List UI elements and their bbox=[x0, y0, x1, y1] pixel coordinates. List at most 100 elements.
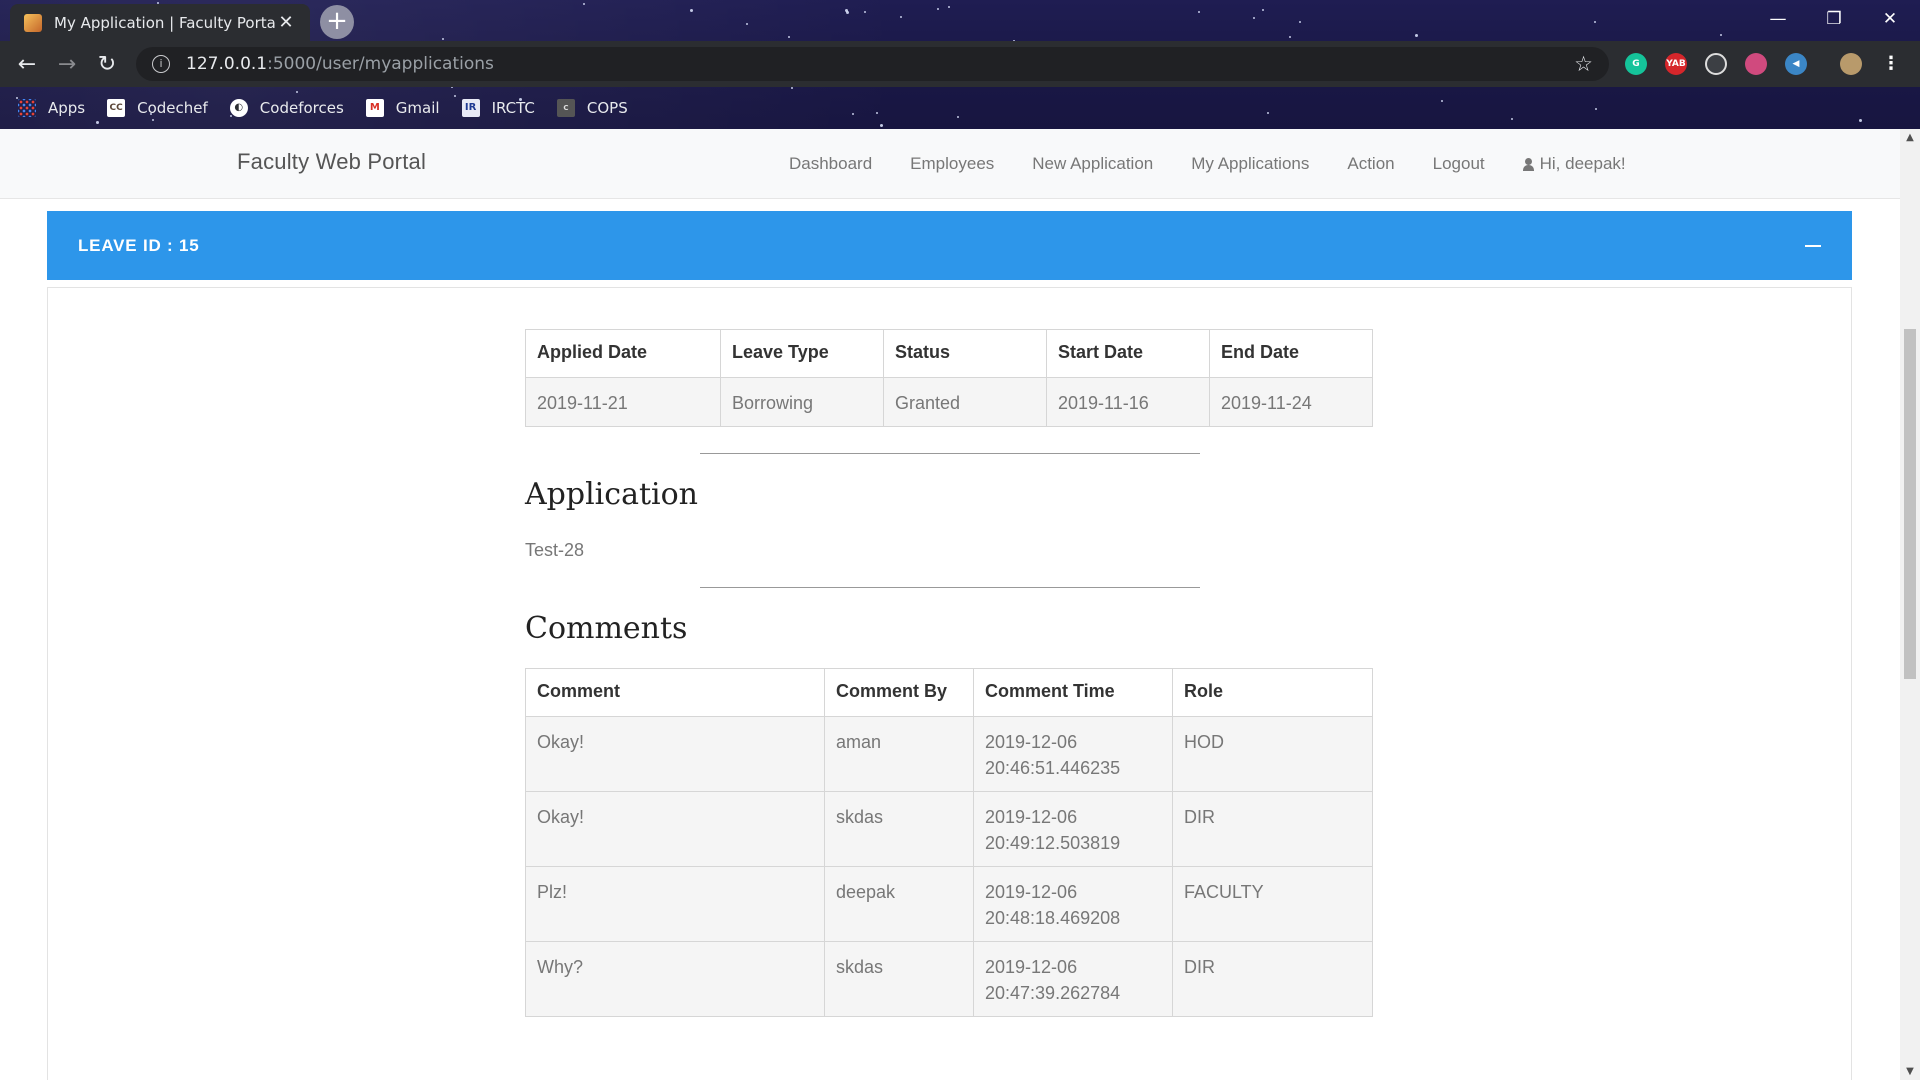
role-cell: DIR bbox=[1172, 941, 1373, 1017]
status-cell: Granted bbox=[883, 377, 1047, 427]
column-header: Applied Date bbox=[525, 329, 721, 378]
column-header: Comment By bbox=[824, 668, 974, 717]
comment-by-cell: skdas bbox=[824, 791, 974, 867]
url-host: 127.0.0.1 bbox=[186, 54, 268, 74]
grammarly-extension-icon[interactable]: G bbox=[1625, 53, 1647, 75]
bookmark-label: Apps bbox=[48, 99, 86, 117]
site-info-icon[interactable]: i bbox=[152, 55, 170, 73]
table-header-row: Comment Comment By Comment Time Role bbox=[525, 668, 1373, 717]
collapse-minus-icon[interactable] bbox=[1805, 244, 1821, 247]
leave-id-title: LEAVE ID : 15 bbox=[78, 235, 200, 255]
comment-cell: Why? bbox=[525, 941, 825, 1017]
back-arrow-icon[interactable]: ← bbox=[7, 44, 47, 84]
table-row: 2019-11-21 Borrowing Granted 2019-11-16 … bbox=[525, 377, 1373, 427]
codechef-icon: CC bbox=[107, 99, 126, 117]
menu-kebab-icon[interactable]: ⋮ bbox=[1880, 53, 1902, 75]
bookmark-cops[interactable]: C COPS bbox=[556, 99, 628, 117]
application-heading: Application bbox=[525, 477, 698, 512]
nav-link-dashboard[interactable]: Dashboard bbox=[789, 154, 872, 174]
bookmark-label: IRCTC bbox=[491, 99, 535, 117]
scrollbar-thumb[interactable] bbox=[1904, 329, 1916, 679]
bookmark-star-icon[interactable]: ☆ bbox=[1574, 52, 1593, 76]
comment-by-cell: aman bbox=[824, 716, 974, 792]
end-date-cell: 2019-11-24 bbox=[1209, 377, 1373, 427]
yab-extension-icon[interactable]: YAB bbox=[1665, 53, 1687, 75]
tab-title: My Application | Faculty Portal bbox=[54, 13, 276, 32]
reload-icon[interactable]: ↻ bbox=[87, 44, 127, 84]
forward-arrow-icon[interactable]: → bbox=[47, 44, 87, 84]
comment-by-cell: deepak bbox=[824, 866, 974, 942]
cops-icon: C bbox=[556, 99, 575, 117]
section-divider bbox=[700, 453, 1200, 454]
extension-icon[interactable] bbox=[1745, 53, 1767, 75]
comments-heading: Comments bbox=[525, 611, 688, 646]
table-header-row: Applied Date Leave Type Status Start Dat… bbox=[525, 329, 1373, 378]
role-cell: HOD bbox=[1172, 716, 1373, 792]
leave-summary-table: Applied Date Leave Type Status Start Dat… bbox=[525, 329, 1373, 427]
bookmark-label: COPS bbox=[586, 99, 628, 117]
role-cell: FACULTY bbox=[1172, 866, 1373, 942]
volume-extension-icon[interactable]: ◀ bbox=[1785, 53, 1807, 75]
bookmark-codeforces[interactable]: ◐ Codeforces bbox=[229, 99, 344, 117]
bookmark-label: Codechef bbox=[137, 99, 208, 117]
application-text: Test-28 bbox=[525, 540, 585, 560]
irctc-icon: IR bbox=[461, 99, 480, 117]
column-header: Leave Type bbox=[720, 329, 884, 378]
user-greeting-text: Hi, deepak! bbox=[1539, 154, 1626, 173]
tab-strip: My Application | Faculty Portal ✕ + — ❐ … bbox=[0, 0, 1920, 41]
table-row: Okay! aman 2019-12-06 20:46:51.446235 HO… bbox=[525, 716, 1373, 792]
page-viewport: Faculty Web Portal Dashboard Employees N… bbox=[0, 129, 1920, 1080]
browser-chrome: My Application | Faculty Portal ✕ + — ❐ … bbox=[0, 0, 1920, 129]
comment-cell: Okay! bbox=[525, 791, 825, 867]
gmail-icon: M bbox=[365, 99, 384, 117]
brand-logo-text[interactable]: Faculty Web Portal bbox=[237, 149, 426, 175]
top-navbar: Faculty Web Portal Dashboard Employees N… bbox=[0, 129, 1900, 199]
bookmark-gmail[interactable]: M Gmail bbox=[365, 99, 440, 117]
comment-cell: Plz! bbox=[525, 866, 825, 942]
nav-link-new-application[interactable]: New Application bbox=[1032, 154, 1153, 174]
scroll-up-arrow-icon[interactable]: ▲ bbox=[1900, 129, 1920, 146]
restore-window-icon[interactable]: ❐ bbox=[1806, 0, 1862, 38]
new-tab-button[interactable]: + bbox=[320, 5, 354, 39]
bookmarks-bar: Apps CC Codechef ◐ Codeforces M Gmail IR… bbox=[0, 87, 1920, 129]
start-date-cell: 2019-11-16 bbox=[1046, 377, 1210, 427]
applied-date-cell: 2019-11-21 bbox=[525, 377, 721, 427]
apps-grid-icon bbox=[18, 99, 36, 117]
leave-details: Applied Date Leave Type Status Start Dat… bbox=[525, 329, 1373, 1017]
table-row: Plz! deepak 2019-12-06 20:48:18.469208 F… bbox=[525, 866, 1373, 942]
nav-link-employees[interactable]: Employees bbox=[910, 154, 994, 174]
comment-time-cell: 2019-12-06 20:46:51.446235 bbox=[973, 716, 1173, 792]
column-header: Comment Time bbox=[973, 668, 1173, 717]
nav-link-logout[interactable]: Logout bbox=[1433, 154, 1485, 174]
tab-counter-extension-icon[interactable] bbox=[1705, 53, 1727, 75]
browser-tab-active[interactable]: My Application | Faculty Portal ✕ bbox=[10, 4, 310, 41]
section-divider bbox=[700, 587, 1200, 588]
comment-time-cell: 2019-12-06 20:47:39.262784 bbox=[973, 941, 1173, 1017]
leave-type-cell: Borrowing bbox=[720, 377, 884, 427]
nav-link-action[interactable]: Action bbox=[1347, 154, 1394, 174]
bookmark-codechef[interactable]: CC Codechef bbox=[107, 99, 208, 117]
column-header: End Date bbox=[1209, 329, 1373, 378]
url-path: :5000/user/myapplications bbox=[267, 54, 494, 74]
comments-table: Comment Comment By Comment Time Role Oka… bbox=[525, 668, 1373, 1017]
tab-close-icon[interactable]: ✕ bbox=[276, 12, 296, 33]
address-bar[interactable]: i 127.0.0.1:5000/user/myapplications ☆ bbox=[136, 47, 1609, 81]
user-icon bbox=[1522, 157, 1534, 171]
vertical-scrollbar[interactable]: ▲ ▼ bbox=[1900, 129, 1920, 1080]
bookmark-label: Gmail bbox=[395, 99, 440, 117]
column-header: Comment bbox=[525, 668, 825, 717]
user-greeting[interactable]: Hi, deepak! bbox=[1522, 154, 1664, 174]
accordion-panel-header[interactable]: LEAVE ID : 15 bbox=[47, 211, 1852, 280]
toolbar: ← → ↻ i 127.0.0.1:5000/user/myapplicatio… bbox=[0, 41, 1920, 87]
table-row: Okay! skdas 2019-12-06 20:49:12.503819 D… bbox=[525, 791, 1373, 867]
column-header: Start Date bbox=[1046, 329, 1210, 378]
minimize-window-icon[interactable]: — bbox=[1750, 0, 1806, 38]
scroll-down-arrow-icon[interactable]: ▼ bbox=[1900, 1063, 1920, 1080]
column-header: Role bbox=[1172, 668, 1373, 717]
comment-time-cell: 2019-12-06 20:49:12.503819 bbox=[973, 791, 1173, 867]
close-window-icon[interactable]: ✕ bbox=[1862, 0, 1918, 38]
nav-link-my-applications[interactable]: My Applications bbox=[1191, 154, 1309, 174]
bookmark-irctc[interactable]: IR IRCTC bbox=[461, 99, 535, 117]
bookmark-apps[interactable]: Apps bbox=[18, 99, 85, 117]
profile-avatar-icon[interactable] bbox=[1840, 53, 1862, 75]
